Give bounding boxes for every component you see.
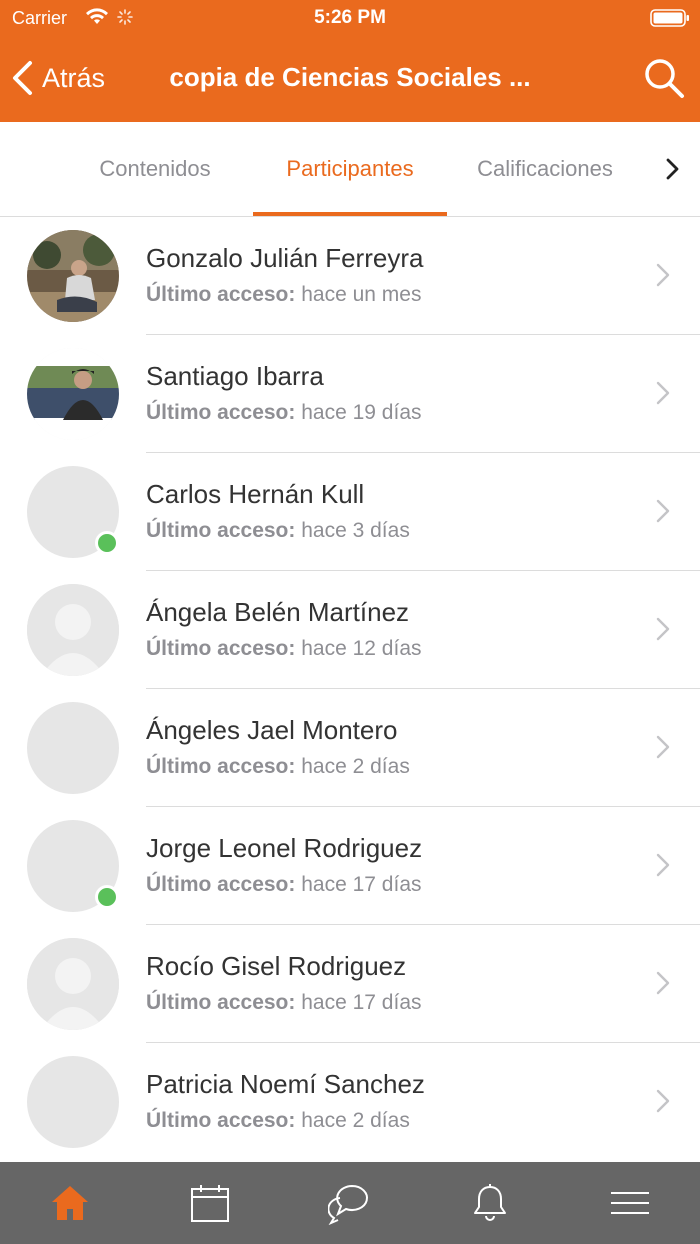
- last-access: Último acceso: hace 2 días: [146, 755, 410, 779]
- avatar: [27, 230, 119, 322]
- last-access-label: Último acceso:: [146, 873, 296, 896]
- top-bar: Carrier 5:26 PM Atrás copia de Ciencias …: [0, 0, 700, 122]
- last-access: Último acceso: hace 3 días: [146, 519, 410, 543]
- last-access-value: hace 2 días: [301, 1109, 410, 1132]
- avatar: [27, 702, 119, 794]
- nav-bar: Atrás copia de Ciencias Sociales ...: [0, 38, 700, 122]
- chevron-right-icon: [656, 381, 670, 405]
- last-access-label: Último acceso:: [146, 991, 296, 1014]
- last-access-label: Último acceso:: [146, 1109, 296, 1132]
- avatar-photo-icon: [27, 348, 119, 440]
- participant-row[interactable]: Santiago Ibarra Último acceso: hace 19 d…: [0, 335, 700, 453]
- participant-row[interactable]: Rocío Gisel Rodriguez Último acceso: hac…: [0, 925, 700, 1043]
- back-label: Atrás: [42, 62, 106, 93]
- active-tab-indicator: [253, 212, 447, 216]
- last-access-label: Último acceso:: [146, 283, 296, 306]
- last-access-value: hace 2 días: [301, 755, 410, 778]
- participant-row[interactable]: Patricia Noemí Sanchez Último acceso: ha…: [0, 1043, 700, 1161]
- tab-participantes[interactable]: Participantes: [253, 122, 447, 216]
- participant-name: Ángela Belén Martínez: [146, 597, 410, 627]
- online-status-dot: [95, 885, 119, 909]
- participant-name: Santiago Ibarra: [146, 361, 324, 391]
- chevron-right-icon: [656, 617, 670, 641]
- participant-row[interactable]: Carlos Hernán Kull Último acceso: hace 3…: [0, 453, 700, 571]
- last-access-value: hace 12 días: [301, 637, 422, 660]
- participant-row[interactable]: Ángela Belén Martínez Último acceso: hac…: [0, 571, 700, 689]
- tab-contenidos[interactable]: Contenidos: [60, 122, 250, 216]
- user-placeholder-icon: [27, 938, 119, 1030]
- last-access-label: Último acceso:: [146, 755, 296, 778]
- battery-icon: [650, 9, 689, 27]
- chevron-right-icon: [656, 1089, 670, 1113]
- status-bar: Carrier 5:26 PM: [0, 0, 700, 38]
- participant-name: Ángeles Jael Montero: [146, 715, 398, 745]
- last-access-value: hace 17 días: [301, 991, 422, 1014]
- chevron-right-icon: [656, 499, 670, 523]
- last-access-value: hace un mes: [301, 283, 422, 306]
- participant-name: Patricia Noemí Sanchez: [146, 1069, 425, 1099]
- participant-name: Gonzalo Julián Ferreyra: [146, 243, 424, 273]
- last-access-value: hace 3 días: [301, 519, 410, 542]
- calendar-icon: [191, 1185, 229, 1222]
- tab-messages[interactable]: [280, 1162, 420, 1244]
- chevron-right-icon[interactable]: [662, 155, 682, 183]
- avatar: [27, 584, 119, 676]
- search-icon[interactable]: [642, 56, 686, 100]
- last-access-label: Último acceso:: [146, 637, 296, 660]
- last-access-value: hace 17 días: [301, 873, 422, 896]
- chat-icon: [328, 1184, 368, 1225]
- last-access: Último acceso: hace un mes: [146, 283, 421, 307]
- status-time: 5:26 PM: [314, 7, 386, 28]
- last-access-label: Último acceso:: [146, 519, 296, 542]
- last-access: Último acceso: hace 17 días: [146, 991, 422, 1015]
- last-access: Último acceso: hace 19 días: [146, 401, 422, 425]
- participant-name: Carlos Hernán Kull: [146, 479, 365, 509]
- bell-icon: [474, 1184, 506, 1221]
- last-access-label: Último acceso:: [146, 401, 296, 424]
- chevron-right-icon: [656, 971, 670, 995]
- online-status-dot: [95, 531, 119, 555]
- user-placeholder-icon: [27, 584, 119, 676]
- chevron-right-icon: [656, 263, 670, 287]
- home-icon: [52, 1186, 88, 1220]
- menu-icon: [611, 1192, 649, 1214]
- avatar: [27, 938, 119, 1030]
- tab-home[interactable]: [0, 1162, 140, 1244]
- last-access: Último acceso: hace 12 días: [146, 637, 422, 661]
- tab-calendar[interactable]: [140, 1162, 280, 1244]
- bottom-tab-bar: [0, 1162, 700, 1244]
- participant-name: Rocío Gisel Rodriguez: [146, 951, 407, 981]
- participant-row[interactable]: Gonzalo Julián Ferreyra Último acceso: h…: [0, 217, 700, 335]
- participants-list: Gonzalo Julián Ferreyra Último acceso: h…: [0, 217, 700, 1161]
- participant-name: Jorge Leonel Rodriguez: [146, 833, 423, 863]
- back-button[interactable]: Atrás: [10, 56, 105, 100]
- tab-calificaciones[interactable]: Calificaciones: [450, 122, 640, 216]
- chevron-left-icon: [13, 61, 32, 95]
- last-access: Último acceso: hace 17 días: [146, 873, 422, 897]
- participant-row[interactable]: Jorge Leonel Rodriguez Último acceso: ha…: [0, 807, 700, 925]
- segment-tabs: Contenidos Participantes Calificaciones: [0, 122, 700, 217]
- tab-notifications[interactable]: [420, 1162, 560, 1244]
- participant-row[interactable]: Ángeles Jael Montero Último acceso: hace…: [0, 689, 700, 807]
- tab-menu[interactable]: [560, 1162, 700, 1244]
- chevron-right-icon: [656, 853, 670, 877]
- last-access-value: hace 19 días: [301, 401, 422, 424]
- avatar: [27, 348, 119, 440]
- last-access: Último acceso: hace 2 días: [146, 1109, 410, 1133]
- chevron-right-icon: [656, 735, 670, 759]
- page-title: copia de Ciencias Sociales ...: [169, 62, 531, 92]
- avatar-photo-icon: [27, 230, 119, 322]
- avatar: [27, 1056, 119, 1148]
